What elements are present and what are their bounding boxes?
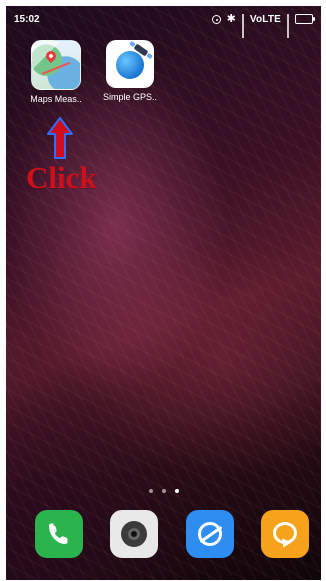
app-label-maps-measure[interactable]: Maps Meas.. [18, 94, 94, 104]
dock [6, 510, 321, 566]
phone-app-button[interactable] [35, 510, 83, 558]
status-icons: ✱ VoLTE [211, 13, 315, 38]
status-bar: 15:02 ✱ VoLTE [6, 6, 321, 38]
camera-icon [121, 521, 147, 547]
globe-icon [116, 51, 144, 79]
page-dot-active [174, 489, 179, 493]
up-arrow-icon [47, 117, 73, 159]
click-annotation: Click [26, 160, 97, 195]
signal-strength-icon [241, 14, 244, 38]
map-pin-icon [43, 48, 59, 64]
phone-icon [49, 523, 68, 544]
browser-app-button[interactable] [186, 510, 234, 558]
messages-app-button[interactable] [261, 510, 309, 558]
app-maps-measure[interactable]: Maps Meas.. [18, 40, 94, 104]
page-indicator [6, 489, 321, 493]
camera-app-button[interactable] [110, 510, 158, 558]
phone-home-screen: 15:02 ✱ VoLTE Maps Meas.. Simple GPS.. C… [6, 6, 321, 580]
map-measurement-icon[interactable] [31, 40, 81, 90]
alarm-icon [211, 14, 221, 24]
page-dot [148, 489, 153, 493]
signal-strength-secondary-icon [287, 14, 289, 38]
measurement-line [41, 61, 71, 75]
screenshot-frame: 15:02 ✱ VoLTE Maps Meas.. Simple GPS.. C… [0, 0, 326, 581]
app-label-simple-gps[interactable]: Simple GPS.. [92, 92, 168, 102]
status-time: 15:02 [14, 13, 40, 25]
battery-icon [295, 14, 315, 24]
gps-satellite-icon[interactable] [106, 40, 154, 88]
bluetooth-icon: ✱ [226, 13, 236, 25]
browser-icon [198, 522, 222, 546]
page-dot [161, 489, 166, 493]
app-simple-gps[interactable]: Simple GPS.. [92, 40, 168, 102]
messages-icon [273, 522, 297, 544]
network-type: VoLTE [249, 13, 281, 25]
